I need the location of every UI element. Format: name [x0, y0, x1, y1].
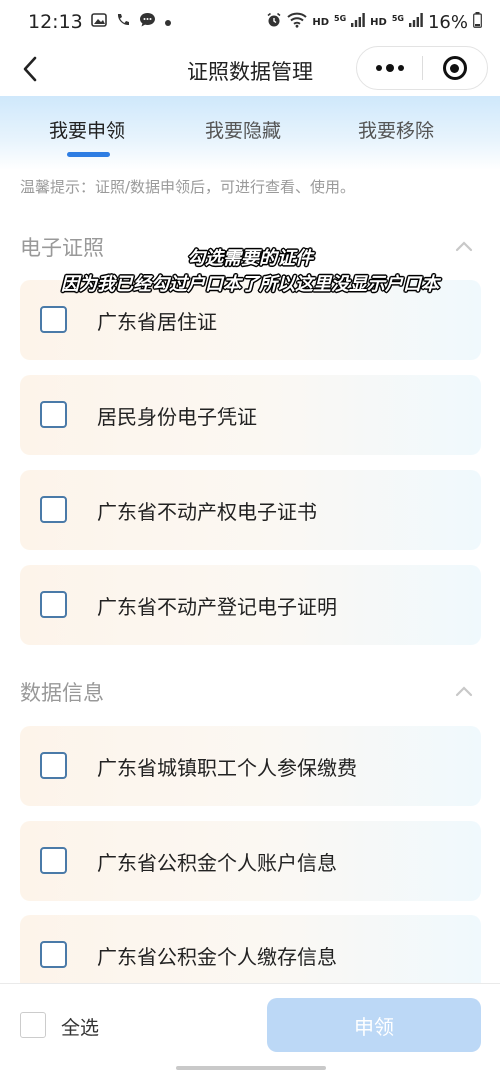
alarm-icon: [266, 12, 282, 32]
image-icon: [90, 13, 107, 31]
checkbox[interactable]: [40, 591, 67, 618]
phone-icon: [115, 12, 131, 32]
signal-icon: [351, 13, 365, 31]
list-item[interactable]: 广东省不动产登记电子证明: [20, 565, 481, 645]
battery-icon: [473, 12, 482, 32]
item-label: 居民身份电子凭证: [97, 405, 257, 429]
list-item[interactable]: 居民身份电子凭证: [20, 375, 481, 455]
select-all-label[interactable]: 全选: [61, 1013, 99, 1040]
net-badge-2: 5G: [391, 13, 404, 23]
wifi-icon: [287, 12, 308, 32]
item-label: 广东省公积金个人缴存信息: [97, 945, 337, 969]
list-item[interactable]: 广东省不动产权电子证书: [20, 470, 481, 550]
checkbox[interactable]: [40, 401, 67, 428]
status-left: 12:13: [28, 11, 172, 33]
signal-icon: [408, 13, 423, 31]
select-all-checkbox[interactable]: [20, 1012, 46, 1038]
tip-notice: 温馨提示：证照/数据申领后，可进行查看、使用。: [20, 178, 356, 196]
more-icon[interactable]: [357, 47, 422, 89]
checkbox[interactable]: [40, 306, 67, 333]
battery-percent: 16%: [427, 11, 468, 33]
dot-icon: [164, 13, 172, 31]
tab-bar: 我要申领 我要隐藏 我要移除: [0, 96, 500, 170]
close-target-icon[interactable]: [423, 47, 487, 89]
item-label: 广东省公积金个人账户信息: [97, 851, 337, 875]
status-right: HD 5G HD 5G 16%: [266, 12, 482, 33]
list-item[interactable]: 广东省公积金个人账户信息: [20, 821, 481, 901]
checkbox[interactable]: [40, 496, 67, 523]
chevron-up-icon[interactable]: [454, 681, 474, 701]
status-time: 12:13: [28, 11, 83, 33]
chat-icon: [139, 12, 156, 32]
section-title-data: 数据信息: [20, 681, 104, 705]
net-badge-1: 5G: [334, 13, 347, 23]
mini-program-capsule: [356, 46, 488, 90]
apply-button[interactable]: 申领: [267, 998, 481, 1052]
annotation-line-2: 因为我已经勾过户口本了所以这里没显示户口本: [61, 274, 439, 295]
tab-remove[interactable]: 我要移除: [358, 116, 434, 143]
annotation-line-1: 勾选需要的证件: [187, 248, 313, 269]
tab-hide[interactable]: 我要隐藏: [205, 116, 281, 143]
hd-badge-2: HD: [370, 16, 387, 28]
hd-badge-1: HD: [312, 16, 330, 28]
item-label: 广东省不动产登记电子证明: [97, 595, 337, 619]
item-label: 广东省城镇职工个人参保缴费: [97, 756, 357, 780]
tab-apply[interactable]: 我要申领: [49, 116, 125, 143]
item-label: 广东省不动产权电子证书: [97, 500, 317, 524]
checkbox[interactable]: [40, 847, 67, 874]
checkbox[interactable]: [40, 752, 67, 779]
home-indicator: [176, 1066, 326, 1070]
bottom-bar: 全选 申领: [0, 983, 500, 1063]
item-label: 广东省居住证: [97, 310, 217, 334]
nav-bar: 证照数据管理: [0, 44, 500, 94]
list-item[interactable]: 广东省城镇职工个人参保缴费: [20, 726, 481, 806]
status-bar: 12:13 HD 5G HD 5G 16%: [0, 0, 500, 44]
active-tab-indicator: [67, 152, 110, 157]
checkbox[interactable]: [40, 941, 67, 968]
